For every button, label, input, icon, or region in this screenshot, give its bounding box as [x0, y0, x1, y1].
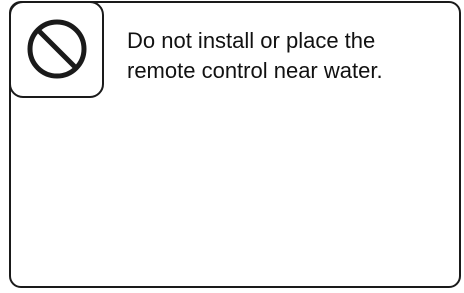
prohibition-icon	[27, 19, 87, 79]
icon-frame	[9, 1, 104, 98]
warning-line-1: Do not install or place the	[127, 28, 376, 53]
warning-text: Do not install or place the remote contr…	[127, 26, 447, 86]
warning-line-2: remote control near water.	[127, 58, 383, 83]
